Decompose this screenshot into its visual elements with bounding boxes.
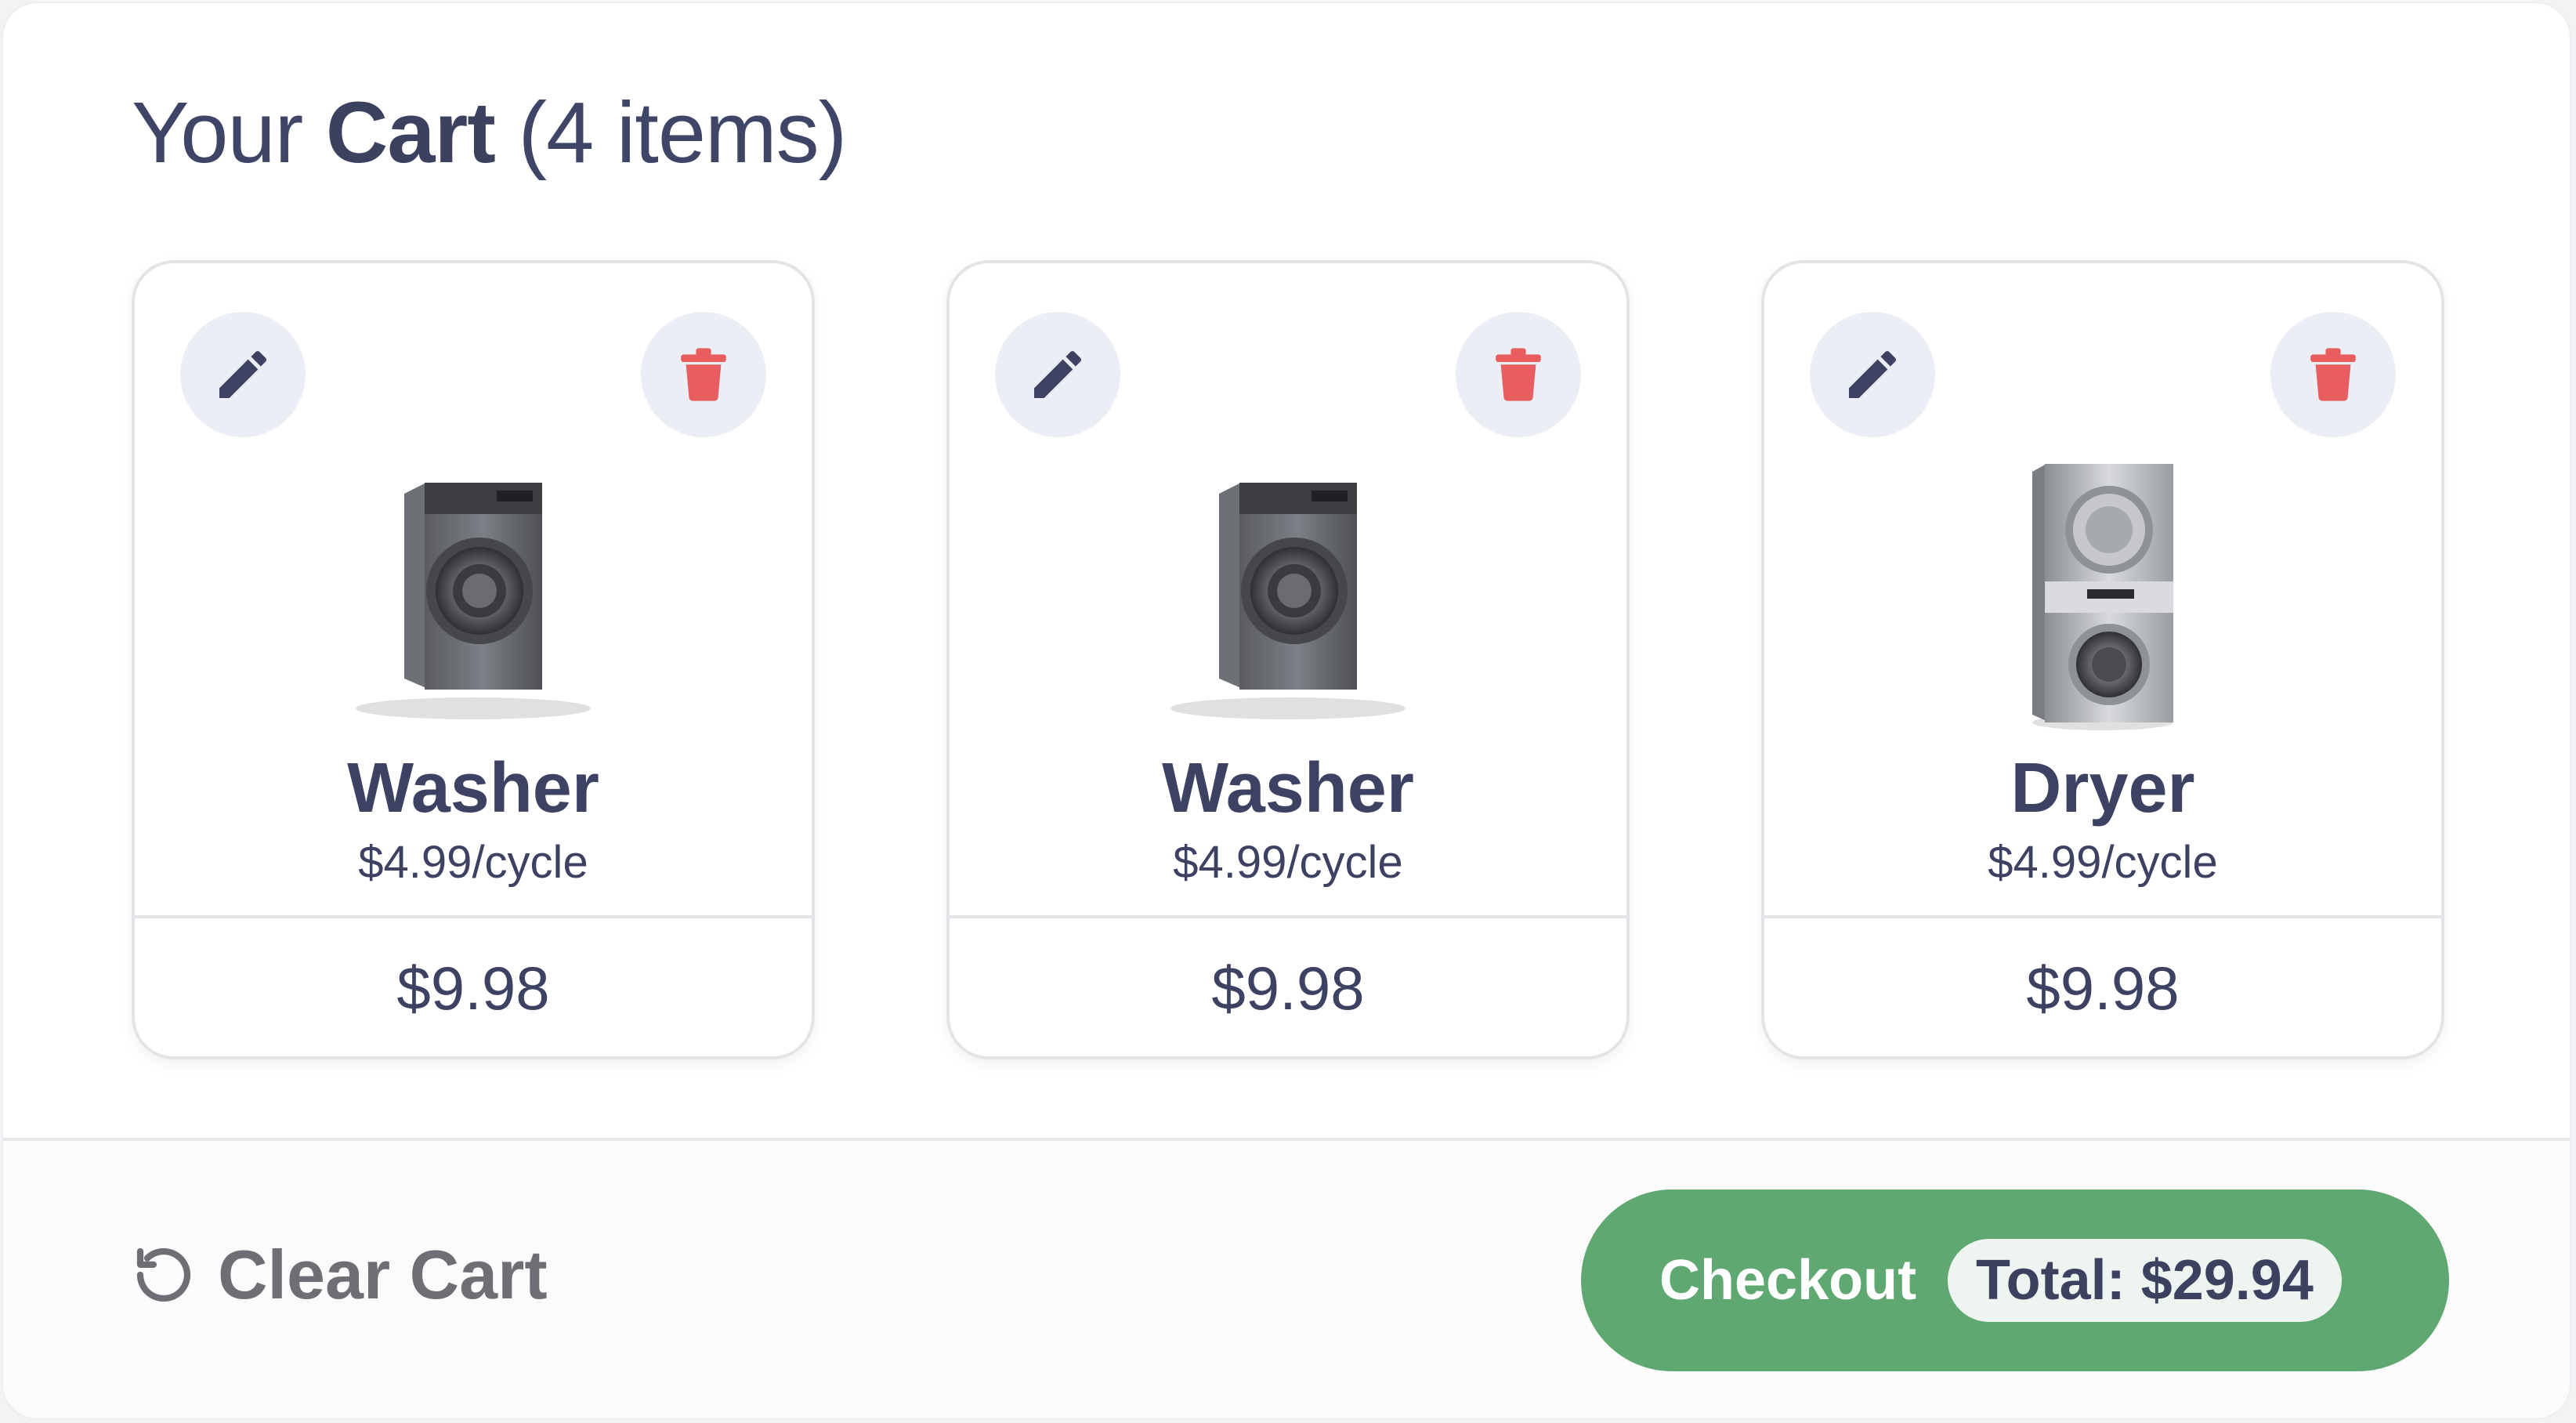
- item-name: Washer: [347, 749, 599, 827]
- cart-item-card: Washer $4.99/cycle $9.98: [132, 260, 815, 1059]
- trash-icon: [681, 348, 726, 401]
- item-name: Washer: [1162, 749, 1414, 827]
- undo-arrow-icon: [136, 1247, 191, 1302]
- edit-button[interactable]: [995, 312, 1120, 437]
- title-prefix: Your: [132, 85, 303, 181]
- delete-button[interactable]: [1456, 312, 1581, 437]
- cart-footer: Clear Cart Checkout Total: $29.94: [3, 1141, 2570, 1418]
- cart-item-card: Washer $4.99/cycle $9.98: [946, 260, 1630, 1059]
- item-rate: $4.99/cycle: [1173, 837, 1403, 888]
- pencil-icon: [1034, 350, 1081, 398]
- delete-button[interactable]: [641, 312, 766, 437]
- total-badge: Total: $29.94: [1948, 1239, 2342, 1322]
- item-count: (4 items): [518, 85, 847, 181]
- card-divider: [950, 915, 1626, 918]
- item-subtotal: $9.98: [396, 954, 550, 1023]
- edit-button[interactable]: [1810, 312, 1935, 437]
- cart-item-card: Dryer $4.99/cycle $9.98: [1761, 260, 2444, 1059]
- edit-button[interactable]: [180, 312, 306, 437]
- stacked-dryer-image: [2032, 464, 2173, 730]
- trash-icon: [1496, 348, 1541, 401]
- item-rate: $4.99/cycle: [1988, 837, 2218, 888]
- cart-panel: Your Cart (4 items) Washer $4.99/cycle $…: [3, 3, 2570, 1418]
- pencil-icon: [1849, 350, 1896, 398]
- washer-image: [356, 483, 591, 719]
- cart-title: Your Cart (4 items): [132, 78, 847, 188]
- item-subtotal: $9.98: [1211, 954, 1365, 1023]
- item-name: Dryer: [2010, 749, 2195, 827]
- pencil-icon: [219, 350, 266, 398]
- trash-icon: [2310, 348, 2356, 401]
- item-subtotal: $9.98: [2026, 954, 2180, 1023]
- card-divider: [135, 915, 812, 918]
- checkout-label: Checkout: [1659, 1249, 1917, 1312]
- title-strong: Cart: [325, 85, 496, 181]
- checkout-button[interactable]: Checkout Total: $29.94: [1581, 1189, 2449, 1371]
- clear-cart-label: Clear Cart: [218, 1236, 548, 1313]
- washer-image: [1170, 483, 1406, 719]
- item-rate: $4.99/cycle: [358, 837, 588, 888]
- clear-cart-button[interactable]: Clear Cart: [128, 1235, 548, 1315]
- delete-button[interactable]: [2270, 312, 2396, 437]
- card-divider: [1764, 915, 2441, 918]
